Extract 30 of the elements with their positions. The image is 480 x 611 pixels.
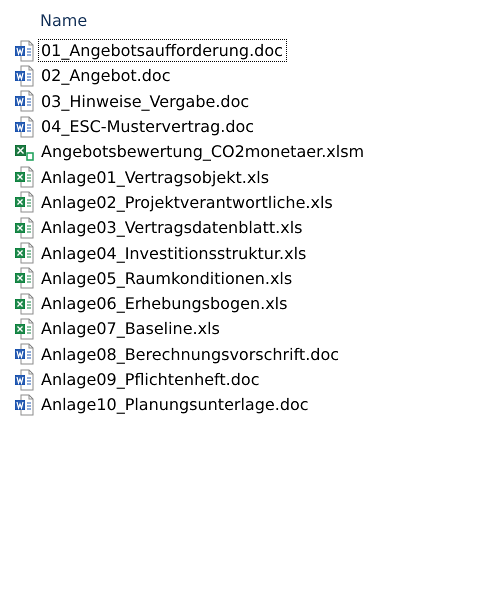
word-document-icon (14, 90, 36, 112)
file-name[interactable]: Anlage08_Berechnungsvorschrift.doc (38, 342, 344, 366)
file-name[interactable]: 03_Hinweise_Vergabe.doc (38, 90, 254, 113)
word-document-icon (14, 64, 36, 87)
word-document-icon (14, 394, 36, 416)
spreadsheet-icon (14, 216, 36, 239)
file-name[interactable]: Anlage06_Erhebungsbogen.xls (38, 292, 292, 316)
file-name[interactable]: Anlage01_Vertragsobjekt.xls (38, 166, 274, 189)
file-name[interactable]: Anlage10_Planungsunterlage.doc (38, 393, 313, 416)
file-name[interactable]: Anlage09_Pflichtenheft.doc (38, 368, 264, 391)
spreadsheet-icon (14, 242, 36, 264)
column-header[interactable]: Name (40, 8, 480, 34)
file-name[interactable]: Anlage04_Investitionsstruktur.xls (38, 242, 310, 265)
file-name[interactable]: Angebotsbewertung_CO2monetaer.xlsm (38, 140, 368, 164)
file-name[interactable]: Anlage02_Projektverantwortliche.xls (38, 190, 337, 214)
spreadsheet-icon (14, 292, 36, 315)
spreadsheet-icon (14, 166, 36, 188)
word-document-icon (14, 343, 36, 366)
file-name[interactable]: Anlage05_Raumkonditionen.xls (38, 266, 296, 290)
file-name[interactable]: 04_ESC-Mustervertrag.doc (38, 115, 258, 138)
word-document-icon (14, 40, 36, 62)
file-name[interactable]: Anlage07_Baseline.xls (38, 317, 224, 340)
file-name[interactable]: 01_Angebotsaufforderung.doc (38, 39, 287, 62)
spreadsheet-icon (14, 267, 36, 290)
word-document-icon (14, 368, 36, 390)
word-document-icon (14, 116, 36, 138)
file-name[interactable]: 02_Angebot.doc (38, 64, 174, 88)
file-name[interactable]: Anlage03_Vertragsdatenblatt.xls (38, 216, 306, 240)
spreadsheet-icon (14, 191, 36, 214)
spreadsheet-icon (14, 318, 36, 340)
